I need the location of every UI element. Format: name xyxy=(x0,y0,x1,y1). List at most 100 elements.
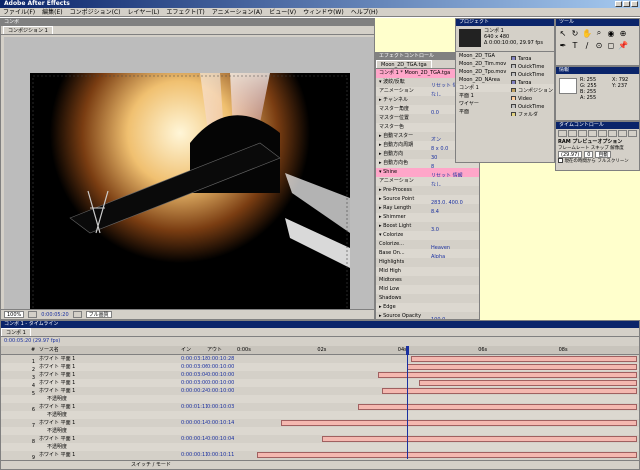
resolution-dropdown[interactable]: 自動 xyxy=(595,151,612,158)
layer-duration-bar[interactable] xyxy=(378,372,637,378)
loop-icon[interactable] xyxy=(618,130,627,137)
layer-name[interactable]: ホワイト 平面 1 xyxy=(39,355,131,363)
effect-param-row[interactable]: ▾ Colorize xyxy=(376,231,479,240)
play-icon[interactable] xyxy=(578,130,587,137)
layer-duration-bar[interactable] xyxy=(321,436,637,442)
project-item[interactable]: Moon_2D_TGA Targa xyxy=(456,52,554,60)
pen-tool-icon[interactable]: ✒ xyxy=(557,39,569,51)
eraser-tool-icon[interactable]: ◻ xyxy=(605,39,617,51)
effect-param-row[interactable]: Colorize...Heaven xyxy=(376,240,479,249)
effect-param-row[interactable]: ▸ Source Opacity100.0 xyxy=(376,312,479,319)
project-item[interactable]: Moon_2D_Tim.mov QuickTime xyxy=(456,60,554,68)
effect-param-row[interactable]: Shadows xyxy=(376,294,479,303)
effect-param-row[interactable]: Highlights xyxy=(376,258,479,267)
menu-item[interactable]: 編集(E) xyxy=(42,8,62,16)
layer-out-point[interactable]: 0:00:10:00 xyxy=(207,379,237,387)
property-name[interactable]: 不透明度 xyxy=(39,411,131,419)
property-row[interactable]: 不透明度 xyxy=(1,411,639,419)
layer-in-point[interactable]: 0:00:03:00 xyxy=(181,379,207,387)
layer-row[interactable]: 9 ホワイト 平面 1 0:00:00:110:00:10:11 xyxy=(1,451,639,459)
switch-mode-toggle[interactable]: スイッチ / モード xyxy=(131,462,171,468)
effect-param-row[interactable]: Mid High xyxy=(376,267,479,276)
rotate-tool-icon[interactable]: ↻ xyxy=(569,27,581,39)
layer-duration-bar[interactable] xyxy=(382,388,637,394)
quality-dropdown[interactable]: フル画質 xyxy=(85,311,112,318)
from-current-checkbox[interactable] xyxy=(558,158,563,163)
hand-tool-icon[interactable]: ✋ xyxy=(581,27,593,39)
minimize-button[interactable] xyxy=(615,1,622,7)
property-row[interactable]: 不透明度 xyxy=(1,427,639,435)
menu-item[interactable]: アニメーション(A) xyxy=(212,8,263,16)
brush-tool-icon[interactable]: ∕ xyxy=(581,39,593,51)
project-item[interactable]: ワイヤー QuickTime xyxy=(456,100,554,108)
layer-in-point[interactable]: 0:00:01:11 xyxy=(181,403,207,411)
layer-name[interactable]: ホワイト 平面 1 xyxy=(39,435,131,443)
layer-row[interactable]: 8 ホワイト 平面 1 0:00:00:140:00:10:04 xyxy=(1,435,639,443)
timeline-tab[interactable]: コンポ 1 xyxy=(1,328,31,336)
layer-row[interactable]: 3 ホワイト 平面 1 0:00:03:040:00:10:00 xyxy=(1,371,639,379)
menu-item[interactable]: レイヤー(L) xyxy=(128,8,160,16)
layer-out-point[interactable]: 0:00:10:00 xyxy=(207,371,237,379)
layer-in-point[interactable]: 0:00:03:18 xyxy=(181,355,207,363)
effect-param-row[interactable]: ▸ Source Point283.0, 400.0 xyxy=(376,195,479,204)
pin-tool-icon[interactable]: 📌 xyxy=(617,39,629,51)
audio-icon[interactable] xyxy=(608,130,617,137)
layer-row[interactable]: 7 ホワイト 平面 1 0:00:00:140:00:10:14 xyxy=(1,419,639,427)
project-item[interactable]: Moon_2D_NArea Targa xyxy=(456,76,554,84)
layer-out-point[interactable]: 0:00:10:03 xyxy=(207,403,237,411)
comp-viewer[interactable] xyxy=(30,73,350,313)
effect-param-row[interactable]: Midtones xyxy=(376,276,479,285)
menu-item[interactable]: エフェクト(T) xyxy=(166,8,204,16)
next-frame-icon[interactable] xyxy=(588,130,597,137)
property-row[interactable]: 不透明度 xyxy=(1,443,639,451)
effect-param-row[interactable]: ▾ Shineリセット 情報 xyxy=(376,168,479,177)
menu-item[interactable]: ファイル(F) xyxy=(3,8,35,16)
layer-row[interactable]: 4 ホワイト 平面 1 0:00:03:000:00:10:00 xyxy=(1,379,639,387)
effect-param-row[interactable]: アニメーションなし xyxy=(376,177,479,186)
property-name[interactable]: 不透明度 xyxy=(39,395,131,403)
project-item[interactable]: 平面 1 Video xyxy=(456,92,554,100)
zoom-dropdown[interactable]: 100% xyxy=(4,311,25,318)
layer-in-point[interactable]: 0:00:00:24 xyxy=(181,387,207,395)
layer-out-point[interactable]: 0:00:10:00 xyxy=(207,387,237,395)
effect-param-row[interactable]: Mid Low xyxy=(376,285,479,294)
ram-preview-icon[interactable] xyxy=(628,130,637,137)
snapshot-icon[interactable] xyxy=(72,311,82,318)
layer-duration-bar[interactable] xyxy=(418,380,637,386)
pan-behind-icon[interactable]: ⊕ xyxy=(617,27,629,39)
layer-duration-bar[interactable] xyxy=(410,356,637,362)
layer-out-point[interactable]: 0:00:10:14 xyxy=(207,419,237,427)
layer-name[interactable]: ホワイト 平面 1 xyxy=(39,379,131,387)
project-item[interactable]: コンポ 1 コンポジション xyxy=(456,84,554,92)
layer-row[interactable]: 1 ホワイト 平面 1 0:00:03:180:00:10:28 xyxy=(1,355,639,363)
comp-tab[interactable]: コンポジション 1 xyxy=(3,26,53,34)
effect-param-row[interactable]: ▸ Pre-Process xyxy=(376,186,479,195)
effect-param-row[interactable]: ▸ Shimmer xyxy=(376,213,479,222)
layer-name[interactable]: ホワイト 平面 1 xyxy=(39,419,131,427)
layer-in-point[interactable]: 0:00:00:14 xyxy=(181,419,207,427)
layer-in-point[interactable]: 0:00:00:11 xyxy=(181,451,207,459)
layer-name[interactable]: ホワイト 平面 1 xyxy=(39,387,131,395)
close-button[interactable] xyxy=(631,1,638,7)
layer-name[interactable]: ホワイト 平面 1 xyxy=(39,371,131,379)
project-item[interactable]: Moon_2D_Tpo.mov QuickTime xyxy=(456,68,554,76)
time-ruler[interactable]: 0:00s02s04s06s08s10s xyxy=(237,346,639,355)
effect-param-row[interactable]: ▸ Edge xyxy=(376,303,479,312)
layer-in-point[interactable]: 0:00:00:14 xyxy=(181,435,207,443)
menu-item[interactable]: コンポジション(C) xyxy=(70,8,121,16)
layer-name[interactable]: ホワイト 平面 1 xyxy=(39,403,131,411)
layer-duration-bar[interactable] xyxy=(406,364,637,370)
prev-frame-icon[interactable] xyxy=(568,130,577,137)
comp-timecode[interactable]: 0:00:05:20 xyxy=(41,312,68,318)
menu-item[interactable]: ヘルプ(H) xyxy=(351,8,378,16)
layer-out-point[interactable]: 0:00:10:28 xyxy=(207,355,237,363)
zoom-tool-icon[interactable]: ⌕ xyxy=(593,27,605,39)
last-frame-icon[interactable] xyxy=(598,130,607,137)
stamp-tool-icon[interactable]: ⊙ xyxy=(593,39,605,51)
first-frame-icon[interactable] xyxy=(558,130,567,137)
camera-tool-icon[interactable]: ◉ xyxy=(605,27,617,39)
layer-row[interactable]: 2 ホワイト 平面 1 0:00:03:060:00:10:00 xyxy=(1,363,639,371)
layer-duration-bar[interactable] xyxy=(281,420,637,426)
safe-zone-icon[interactable] xyxy=(28,311,38,318)
layer-out-point[interactable]: 0:00:10:00 xyxy=(207,363,237,371)
